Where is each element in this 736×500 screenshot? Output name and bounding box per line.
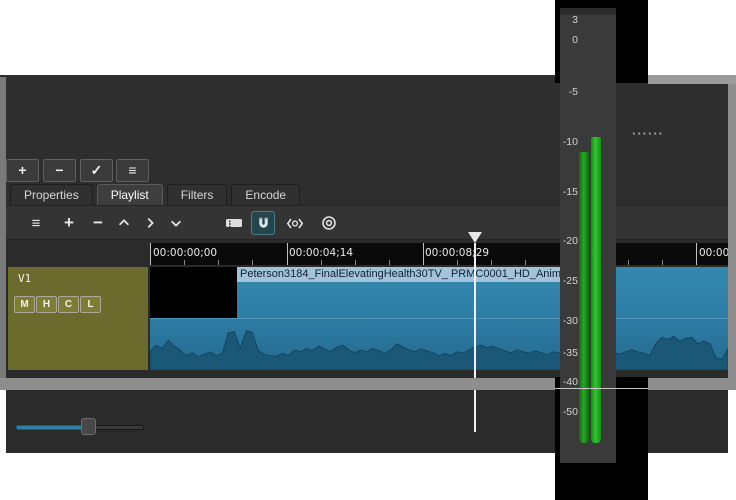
add-button[interactable]: +: [6, 159, 39, 182]
meter-bar-right: [591, 137, 601, 443]
chevron-up-icon[interactable]: [112, 211, 136, 235]
tab-filters[interactable]: Filters: [167, 184, 228, 205]
track-l-button[interactable]: L: [80, 296, 101, 313]
meter-db-label: -25: [560, 275, 578, 287]
track-header-v1[interactable]: V1 MHCL: [8, 267, 148, 370]
ruler-major-tick: [287, 243, 288, 265]
clip-thumbnail: [150, 267, 237, 318]
update-button[interactable]: ✓: [80, 159, 113, 182]
timeline-clip[interactable]: Peterson3184_FinalElevatingHealth30TV_ P…: [150, 267, 728, 370]
audio-waveform: [150, 320, 728, 370]
menu-button[interactable]: ≡: [116, 159, 149, 182]
tab-playlist[interactable]: Playlist: [97, 184, 163, 205]
scrub-while-dragging-icon[interactable]: [283, 211, 307, 235]
panel-tab-bar: PropertiesPlaylistFiltersEncode: [6, 183, 728, 206]
ruler-minor-tick: [321, 260, 322, 265]
ripple-delete-icon[interactable]: −: [86, 211, 110, 235]
ruler-major-tick: [423, 243, 424, 265]
shotcut-window: +−✓≡ PropertiesPlaylistFiltersEncode ≡ +…: [0, 75, 736, 390]
playhead-line[interactable]: [474, 243, 476, 432]
timeline-menu-icon[interactable]: ≡: [24, 211, 48, 235]
track-name: V1: [18, 272, 31, 285]
ruler-minor-tick: [628, 260, 629, 265]
window-edge-overlay-line: [555, 388, 648, 389]
ruler-minor-tick: [389, 260, 390, 265]
meter-db-label: -35: [560, 347, 578, 359]
ruler-minor-tick: [662, 260, 663, 265]
ruler-minor-tick: [491, 260, 492, 265]
remove-button[interactable]: −: [43, 159, 76, 182]
ruler-minor-tick: [184, 260, 185, 265]
ruler-minor-tick: [218, 260, 219, 265]
window-right-border: [728, 77, 736, 390]
clip-divider: [150, 318, 728, 319]
timeline-zoom-slider[interactable]: [16, 421, 144, 433]
tab-encode[interactable]: Encode: [231, 184, 300, 205]
meter-db-label: -40: [560, 376, 578, 388]
ruler-timecode-label: 00:00:00;00: [153, 247, 217, 259]
desktop: +−✓≡ PropertiesPlaylistFiltersEncode ≡ +…: [0, 0, 736, 500]
meter-db-label: -5: [560, 86, 578, 98]
meter-db-label: -50: [560, 406, 578, 418]
ruler-timecode-label: 00:00:04;14: [289, 247, 353, 259]
ruler-minor-tick: [525, 260, 526, 265]
chevron-down-icon[interactable]: [164, 211, 188, 235]
tab-properties[interactable]: Properties: [10, 184, 93, 205]
window-topright-border: [648, 75, 736, 84]
zoom-slider-fill: [16, 425, 85, 430]
ruler-minor-tick: [252, 260, 253, 265]
track-h-button[interactable]: H: [36, 296, 57, 313]
playhead-handle[interactable]: [468, 232, 482, 243]
meter-db-label: -15: [560, 186, 578, 198]
track-c-button[interactable]: C: [58, 296, 79, 313]
window-left-border: [0, 77, 6, 390]
ruler-major-tick: [150, 243, 151, 265]
timeline-ruler[interactable]: 00:00:00;00 00:00:04;14 00:00:08;29 00:00:: [150, 243, 728, 265]
ruler-major-tick: [696, 243, 697, 265]
meter-bar-left: [579, 152, 589, 443]
markers-icon[interactable]: [222, 211, 246, 235]
meter-db-label: 0: [560, 34, 578, 46]
ruler-minor-tick: [355, 260, 356, 265]
panel-resize-dots[interactable]: ······: [632, 126, 664, 141]
zoom-slider-handle[interactable]: [81, 418, 96, 435]
ripple-target-icon[interactable]: [317, 211, 341, 235]
audio-peak-meter: 3 0 -5 -10 -15 -20 -25 -30 -35 -40 -50: [560, 8, 616, 463]
ruler-timecode-label: 00:00:08;29: [425, 247, 489, 259]
meter-db-label: -10: [560, 136, 578, 148]
track-m-button[interactable]: M: [14, 296, 35, 313]
meter-db-label: 3: [560, 14, 578, 26]
snap-magnet-icon[interactable]: [251, 211, 275, 235]
ruler-minor-tick: [457, 260, 458, 265]
ruler-timecode-label: 00:00:: [699, 247, 728, 259]
meter-db-label: -20: [560, 235, 578, 247]
chevron-right-icon[interactable]: [138, 211, 162, 235]
timeline-toolbar: ≡ + −: [6, 206, 728, 240]
append-icon[interactable]: +: [57, 211, 81, 235]
meter-db-label: -30: [560, 315, 578, 327]
